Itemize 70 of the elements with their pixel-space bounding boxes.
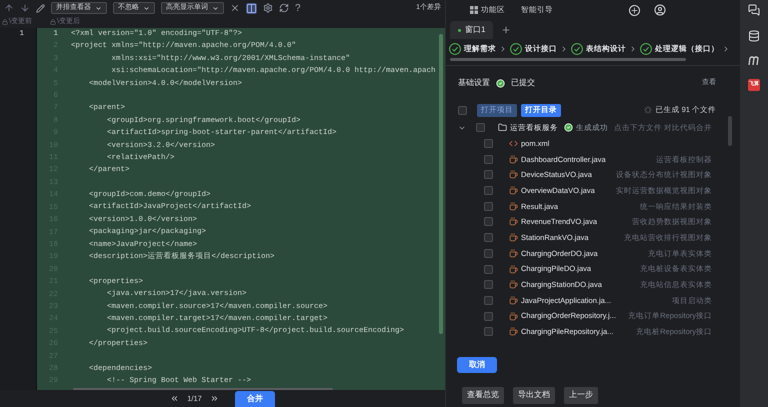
success-icon bbox=[564, 123, 573, 132]
help-button[interactable]: ? bbox=[295, 0, 301, 16]
lock-icon bbox=[50, 19, 56, 25]
cup-icon bbox=[509, 170, 518, 180]
cup-icon bbox=[509, 248, 518, 258]
checkbox[interactable] bbox=[484, 312, 493, 321]
chevron-icon bbox=[560, 45, 568, 53]
horizontal-scrollbar[interactable] bbox=[73, 388, 333, 390]
checkbox[interactable] bbox=[458, 106, 467, 114]
status-text: 已提交 bbox=[511, 77, 535, 89]
lock-icon bbox=[2, 19, 8, 25]
checkbox[interactable] bbox=[484, 233, 493, 242]
pencil-icon[interactable] bbox=[36, 4, 45, 12]
cup-icon bbox=[509, 327, 518, 336]
checkbox[interactable] bbox=[476, 123, 485, 132]
checkbox[interactable] bbox=[484, 186, 493, 196]
columns-icon[interactable] bbox=[246, 2, 257, 14]
database-icon[interactable] bbox=[748, 30, 760, 42]
vertical-scrollbar[interactable] bbox=[728, 116, 732, 146]
add-icon[interactable] bbox=[629, 4, 640, 16]
user-icon[interactable] bbox=[654, 4, 666, 16]
chevron-icon bbox=[722, 45, 730, 53]
checkbox[interactable] bbox=[484, 217, 493, 226]
settings-title: 基础设置 bbox=[458, 77, 490, 89]
up-arrow-icon[interactable] bbox=[4, 3, 14, 13]
cup-icon bbox=[509, 264, 518, 274]
checkbox[interactable] bbox=[484, 296, 493, 305]
cup-icon bbox=[509, 217, 518, 226]
spinner-icon bbox=[644, 106, 652, 114]
checkbox[interactable] bbox=[484, 202, 493, 211]
horizontal-scrollbar[interactable] bbox=[450, 58, 686, 61]
cup-icon bbox=[509, 202, 518, 211]
sync-icon[interactable] bbox=[279, 3, 289, 13]
caret-icon bbox=[143, 4, 150, 12]
collapse-icon[interactable] bbox=[230, 3, 240, 13]
success-icon bbox=[496, 78, 505, 88]
footer-button[interactable]: 导出文档 bbox=[513, 386, 555, 404]
checkbox[interactable] bbox=[484, 264, 493, 274]
down-arrow-icon[interactable] bbox=[20, 3, 30, 13]
checkbox[interactable] bbox=[484, 139, 493, 148]
previous-icon[interactable] bbox=[170, 394, 180, 403]
cup-icon bbox=[509, 312, 518, 321]
m-logo-icon[interactable] bbox=[748, 56, 760, 65]
grid-icon bbox=[470, 6, 478, 14]
chat-icon[interactable] bbox=[748, 4, 760, 16]
cup-icon bbox=[509, 296, 518, 305]
window-tab[interactable]: 窗口1 bbox=[450, 21, 494, 39]
checkbox[interactable] bbox=[484, 170, 493, 180]
code-icon bbox=[509, 139, 518, 148]
merge-button[interactable]: 合并 bbox=[234, 390, 275, 406]
checkbox[interactable] bbox=[484, 280, 493, 290]
checkbox[interactable] bbox=[484, 248, 493, 258]
add-window-icon[interactable] bbox=[501, 25, 512, 35]
next-icon[interactable] bbox=[210, 394, 219, 403]
cup-icon bbox=[509, 233, 518, 242]
chevron-icon bbox=[629, 45, 637, 53]
caret-icon bbox=[212, 4, 219, 12]
settings-icon[interactable] bbox=[263, 3, 273, 13]
checkbox[interactable] bbox=[484, 327, 493, 336]
checkbox[interactable] bbox=[484, 154, 493, 164]
chevron-icon bbox=[499, 45, 507, 53]
folder-icon bbox=[498, 123, 507, 132]
cup-icon bbox=[509, 280, 518, 290]
cancel-button[interactable]: 取消 bbox=[457, 356, 497, 373]
footer-button[interactable]: 查看总览 bbox=[462, 386, 504, 404]
vertical-scrollbar[interactable] bbox=[439, 34, 443, 334]
footer-button[interactable]: 上一步 bbox=[564, 386, 598, 404]
cup-icon bbox=[509, 186, 518, 196]
caret-icon bbox=[95, 4, 102, 12]
cup-icon bbox=[509, 154, 518, 164]
